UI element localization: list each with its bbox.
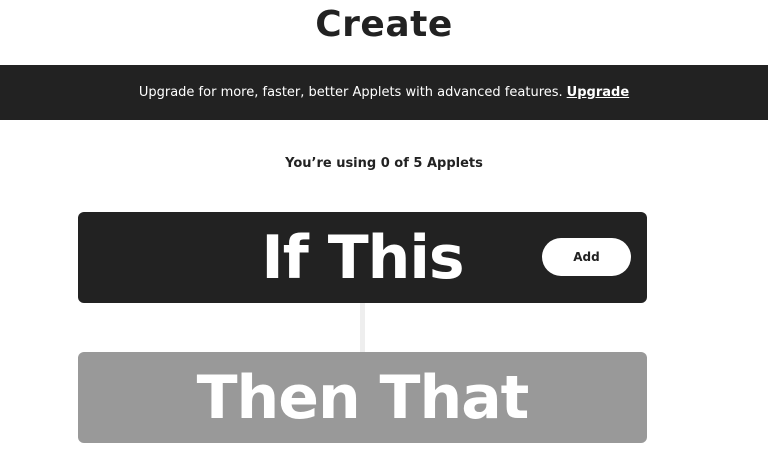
connector-line	[360, 303, 365, 352]
upgrade-banner: Upgrade for more, faster, better Applets…	[0, 65, 768, 120]
applet-usage-text: You’re using 0 of 5 Applets	[285, 156, 483, 171]
upgrade-banner-text: Upgrade for more, faster, better Applets…	[138, 85, 563, 100]
if-this-label: If This	[261, 222, 464, 293]
create-page: Create Upgrade for more, faster, better …	[0, 0, 768, 450]
upgrade-link[interactable]: Upgrade	[567, 85, 629, 100]
then-that-block: Then That	[78, 352, 647, 443]
then-that-label: Then That	[196, 362, 530, 433]
page-title: Create	[315, 4, 453, 45]
add-trigger-button[interactable]: Add	[542, 238, 631, 276]
if-this-block[interactable]: If This Add	[78, 212, 647, 303]
